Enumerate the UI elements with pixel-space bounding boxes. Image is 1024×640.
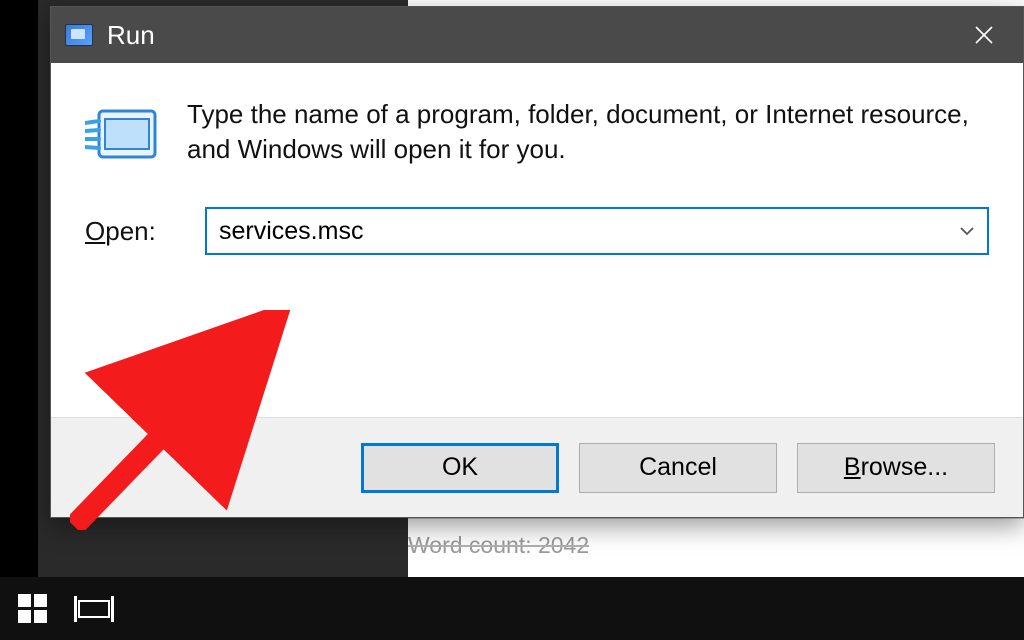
start-button[interactable] <box>18 594 48 624</box>
browse-button[interactable]: Browse... <box>797 443 995 493</box>
open-input[interactable] <box>207 209 947 253</box>
dialog-description: Type the name of a program, folder, docu… <box>187 97 987 167</box>
desktop-left-strip <box>0 0 38 577</box>
run-program-icon <box>85 103 161 165</box>
dialog-title: Run <box>107 20 155 51</box>
windows-logo-icon <box>18 594 31 607</box>
open-label: Open: <box>85 216 175 247</box>
chevron-down-icon <box>958 222 976 240</box>
close-button[interactable] <box>945 7 1023 63</box>
run-icon <box>65 24 93 46</box>
close-icon <box>972 23 996 47</box>
ok-button[interactable]: OK <box>361 443 559 493</box>
task-view-button[interactable] <box>78 596 110 622</box>
open-dropdown-button[interactable] <box>947 209 987 253</box>
open-combobox[interactable] <box>205 207 989 255</box>
titlebar[interactable]: Run <box>51 7 1023 63</box>
taskbar <box>0 577 1024 640</box>
button-row: OK Cancel Browse... <box>51 417 1023 517</box>
run-dialog: Run Type the name of a program, folder, … <box>50 6 1024 518</box>
background-wordcount-text: Word count: 2042 <box>408 532 589 559</box>
cancel-button[interactable]: Cancel <box>579 443 777 493</box>
background-divider <box>408 518 1024 522</box>
